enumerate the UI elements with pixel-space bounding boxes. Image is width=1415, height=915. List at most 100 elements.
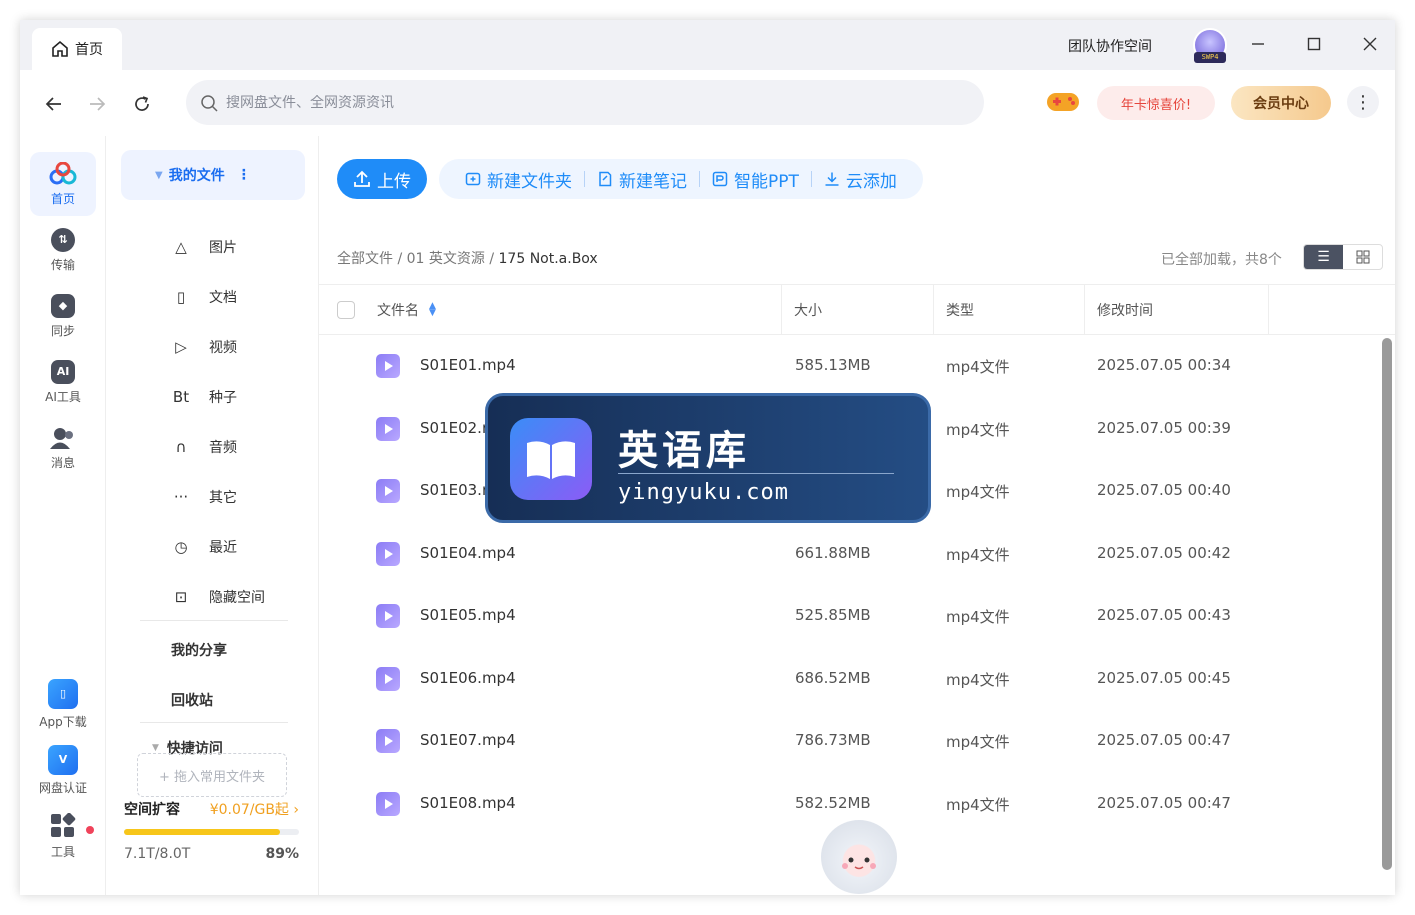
video-file-icon	[376, 729, 400, 753]
avatar-badge: SWP4	[1194, 52, 1226, 63]
grid-view-button[interactable]	[1343, 245, 1382, 269]
my-files-label: 我的文件	[168, 168, 225, 184]
select-all-checkbox[interactable]	[337, 301, 355, 319]
sidebar-item-images[interactable]: △ 图片	[171, 232, 237, 262]
file-size: 786.73MB	[795, 731, 871, 749]
phone-icon: ▯	[48, 678, 78, 709]
file-name[interactable]: S01E05.mp4	[420, 606, 516, 624]
table-row[interactable]: S01E06.mp4 686.52MB mp4文件 2025.07.05 00:45	[319, 648, 1379, 710]
rail-item-app-download[interactable]: ▯ App下载	[30, 672, 96, 736]
new-note-button[interactable]: 新建笔记	[585, 167, 699, 192]
sidebar-item-recent[interactable]: ◷ 最近	[171, 532, 237, 562]
file-name[interactable]: S01E01.mp4	[420, 356, 516, 374]
watermark-subtitle: yingyuku.com	[618, 480, 789, 505]
sidebar-item-torrents[interactable]: Bt 种子	[171, 382, 237, 412]
list-view-button[interactable]: ☰	[1304, 245, 1343, 269]
sidebar-item-label: 视频	[209, 340, 237, 356]
breadcrumb-root[interactable]: 全部文件	[337, 251, 393, 267]
rail-label: 同步	[50, 323, 75, 338]
rail-item-tools[interactable]: 工具	[30, 804, 96, 868]
search-bar[interactable]	[186, 80, 984, 125]
file-name[interactable]: S01E03.r	[420, 481, 488, 499]
maximize-icon	[1307, 37, 1321, 51]
sidebar-item-recycle-bin[interactable]: 回收站	[171, 690, 213, 710]
table-row[interactable]: S01E07.mp4 786.73MB mp4文件 2025.07.05 00:47	[319, 710, 1379, 772]
file-name[interactable]: S01E07.mp4	[420, 731, 516, 749]
sync-icon: ◆	[51, 293, 75, 318]
sidebar-item-hidden-space[interactable]: ⊡ 隐藏空间	[171, 582, 265, 612]
sidebar-item-my-share[interactable]: 我的分享	[171, 640, 227, 660]
smart-ppt-button[interactable]: 智能PPT	[700, 167, 811, 192]
cloud-add-button[interactable]: 云添加	[812, 167, 909, 192]
scrollbar[interactable]	[1382, 338, 1392, 870]
tab-home-label: 首页	[75, 42, 103, 58]
sidebar-item-label: 最近	[209, 540, 237, 556]
breadcrumb-folder[interactable]: 01 英文资源	[407, 251, 485, 267]
file-name[interactable]: S01E06.mp4	[420, 669, 516, 687]
column-header-size[interactable]: 大小	[794, 285, 822, 334]
column-divider[interactable]	[1084, 285, 1085, 334]
file-name[interactable]: S01E04.mp4	[420, 544, 516, 562]
ellipsis-icon: ···	[173, 488, 189, 506]
more-menu-button[interactable]: ⋮	[1347, 86, 1379, 118]
minimize-button[interactable]	[1246, 32, 1270, 56]
file-name[interactable]: S01E08.mp4	[420, 794, 516, 812]
maximize-button[interactable]	[1302, 32, 1326, 56]
column-divider[interactable]	[781, 285, 782, 334]
upload-button[interactable]: 上传	[337, 159, 427, 199]
refresh-button[interactable]	[128, 90, 156, 118]
annual-promo-button[interactable]: 年卡惊喜价!	[1097, 86, 1215, 120]
table-row[interactable]: S01E05.mp4 525.85MB mp4文件 2025.07.05 00:43	[319, 585, 1379, 647]
search-input[interactable]	[226, 94, 926, 111]
column-divider[interactable]	[1268, 285, 1269, 334]
sidebar-item-others[interactable]: ··· 其它	[171, 482, 237, 512]
close-button[interactable]	[1358, 32, 1382, 56]
sidebar-item-audio[interactable]: ∩ 音频	[171, 432, 238, 462]
file-type: mp4文件	[946, 421, 1010, 439]
rail-item-messages[interactable]: 消息	[30, 416, 96, 480]
table-row[interactable]: S01E04.mp4 661.88MB mp4文件 2025.07.05 00:42	[319, 523, 1379, 585]
sidebar-item-videos[interactable]: ▷ 视频	[171, 332, 237, 362]
column-header-name[interactable]: 文件名 ▲ ▼	[377, 285, 436, 334]
storage-expand-price[interactable]: ¥0.07/GB起 ›	[210, 799, 299, 819]
table-row[interactable]: S01E01.mp4 585.13MB mp4文件 2025.07.05 00:34	[319, 335, 1379, 397]
new-folder-icon	[465, 172, 481, 186]
rail-item-transfer[interactable]: ⇅ 传输	[30, 218, 96, 282]
tab-home[interactable]: 首页	[32, 28, 122, 70]
notification-dot	[86, 826, 94, 834]
video-file-icon	[376, 479, 400, 503]
my-files-header[interactable]: ▼ 我的文件 ⋮	[121, 150, 305, 200]
rail-item-verify[interactable]: V 网盘认证	[30, 738, 96, 802]
sidebar-item-label: 隐藏空间	[209, 590, 265, 606]
column-header-type[interactable]: 类型	[946, 285, 974, 334]
more-vertical-icon: ⋮	[1354, 91, 1372, 113]
sort-icon[interactable]: ▲ ▼	[429, 301, 436, 317]
mascot-avatar[interactable]	[821, 820, 897, 894]
watermark-title: 英语库	[618, 428, 750, 474]
storage-expand[interactable]: 空间扩容 ¥0.07/GB起 ›	[124, 799, 299, 819]
rail-item-home[interactable]: 首页	[30, 152, 96, 216]
cloud-add-label: 云添加	[845, 171, 897, 192]
arrow-right-icon	[90, 97, 106, 111]
rail-item-sync[interactable]: ◆ 同步	[30, 284, 96, 348]
column-divider[interactable]	[933, 285, 934, 334]
vip-center-button[interactable]: 会员中心	[1231, 86, 1331, 120]
breadcrumb-current: 175 Not.a.Box	[498, 251, 598, 267]
new-folder-button[interactable]: 新建文件夹	[453, 167, 584, 192]
back-button[interactable]	[40, 90, 68, 118]
more-vertical-icon[interactable]: ⋮	[237, 167, 251, 183]
column-header-modified[interactable]: 修改时间	[1097, 285, 1153, 334]
file-size: 686.52MB	[795, 669, 871, 687]
file-name[interactable]: S01E02.r	[420, 419, 488, 437]
rail-item-ai-tools[interactable]: AI AI工具	[30, 350, 96, 414]
quick-access-dropzone[interactable]: + 拖入常用文件夹	[137, 753, 287, 797]
storage-usage: 7.1T/8.0T 89%	[124, 846, 299, 862]
game-controller-icon[interactable]	[1046, 90, 1080, 114]
toolbar-actions: 新建文件夹 新建笔记 智能PPT 云添加	[439, 159, 923, 199]
team-space-link[interactable]: 团队协作空间	[1068, 36, 1152, 56]
file-size: 661.88MB	[795, 544, 871, 562]
app-window: 首页 团队协作空间 SWP4 年卡惊喜价! 会员中心	[20, 20, 1395, 895]
sidebar-item-docs[interactable]: ▯ 文档	[171, 282, 237, 312]
file-size: 525.85MB	[795, 606, 871, 624]
forward-button[interactable]	[83, 90, 111, 118]
